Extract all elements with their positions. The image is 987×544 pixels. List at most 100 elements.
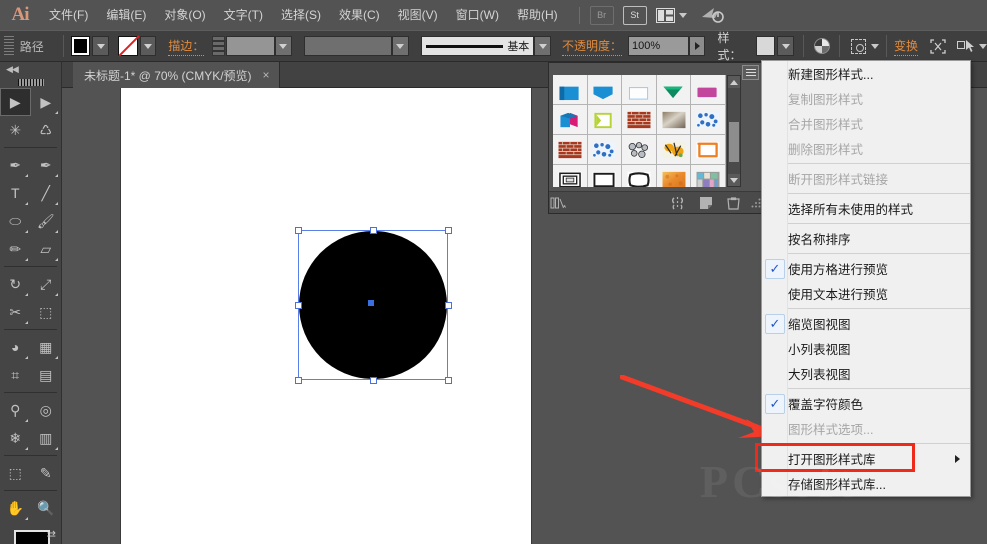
menu-select[interactable]: 选择(S)	[272, 0, 330, 30]
opacity-input[interactable]: 100%	[628, 36, 689, 56]
scroll-down-icon[interactable]	[728, 174, 740, 186]
graphic-style-swatch[interactable]	[553, 75, 588, 105]
styles-library-icon[interactable]	[549, 196, 572, 210]
free-transform-tool[interactable]: ⬚	[31, 298, 62, 326]
zoom-tool[interactable]: 🔍	[31, 494, 62, 522]
graphic-style-swatch[interactable]	[622, 75, 657, 105]
add-anchor-point-tool[interactable]: ✒	[31, 151, 62, 179]
scroll-thumb[interactable]	[729, 122, 739, 162]
context-menu-item[interactable]: 使用文本进行预览	[762, 281, 970, 306]
style-dropdown[interactable]	[777, 36, 794, 56]
handle-ml[interactable]	[295, 302, 302, 309]
perspective-grid-tool[interactable]: ▦	[31, 333, 62, 361]
handle-tr[interactable]	[445, 227, 452, 234]
graphic-style-swatch[interactable]	[622, 165, 657, 187]
symbol-sprayer-tool[interactable]: ❄	[0, 424, 31, 452]
stroke-profile-dropdown[interactable]	[391, 36, 409, 56]
brush-definition-dropdown[interactable]	[534, 36, 551, 56]
panel-menu-icon[interactable]	[742, 65, 759, 80]
new-style-icon[interactable]	[696, 196, 716, 210]
paintbrush-tool[interactable]: 🖌	[31, 207, 62, 235]
pencil-tool[interactable]: ✏	[0, 235, 31, 263]
close-icon[interactable]: ×	[263, 68, 270, 82]
graphic-style-swatch[interactable]	[656, 105, 692, 135]
graphic-style-swatch[interactable]	[587, 135, 623, 165]
line-segment-tool[interactable]: ╱	[31, 179, 62, 207]
ellipse-tool[interactable]: ⬭	[0, 207, 31, 235]
graphic-style-swatch[interactable]	[691, 105, 726, 135]
graphic-style-swatch[interactable]	[656, 135, 692, 165]
document-tab[interactable]: 未标题-1* @ 70% (CMYK/预览) ×	[73, 62, 280, 88]
graphic-style-swatch[interactable]	[656, 165, 692, 187]
handle-bc[interactable]	[370, 377, 377, 384]
menu-help[interactable]: 帮助(H)	[508, 0, 567, 30]
graphic-style-swatch[interactable]	[587, 165, 623, 187]
opacity-dropdown[interactable]	[688, 36, 706, 56]
stroke-weight-label[interactable]: 描边：	[168, 37, 205, 56]
scroll-up-icon[interactable]	[728, 76, 740, 88]
menu-effect[interactable]: 效果(C)	[330, 0, 389, 30]
stock-icon[interactable]: St	[622, 5, 647, 25]
pen-tool[interactable]: ✒	[0, 151, 31, 179]
select-similar-icon[interactable]	[954, 35, 976, 57]
sphere-icon[interactable]	[811, 35, 833, 57]
eraser-tool[interactable]: ▱	[31, 235, 62, 263]
menu-type[interactable]: 文字(T)	[215, 0, 272, 30]
slice-tool[interactable]: ✎	[31, 459, 62, 487]
graphic-style-swatch[interactable]	[553, 135, 588, 165]
graphic-styles-scrollbar[interactable]	[727, 75, 741, 187]
graphic-style-swatch[interactable]	[656, 75, 692, 105]
graphic-style-swatch[interactable]	[691, 135, 726, 165]
graphic-style-swatch[interactable]	[553, 165, 588, 187]
isolate-icon[interactable]	[927, 35, 949, 57]
stroke-color-dropdown[interactable]	[139, 36, 157, 56]
menu-window[interactable]: 窗口(W)	[447, 0, 508, 30]
fill-color-box[interactable]	[14, 530, 50, 544]
graphic-style-swatch[interactable]	[587, 105, 623, 135]
fill-color-swatch[interactable]	[70, 36, 91, 56]
column-graph-tool[interactable]: ▥	[31, 424, 62, 452]
width-tool[interactable]: ✂	[0, 298, 31, 326]
stroke-profile-input[interactable]	[303, 36, 392, 56]
context-menu-item[interactable]: 选择所有未使用的样式	[762, 196, 970, 221]
brush-definition-preview[interactable]: 基本	[420, 36, 535, 56]
selection-tool[interactable]: ▶	[0, 88, 31, 116]
handle-tc[interactable]	[370, 227, 377, 234]
stroke-color-swatch[interactable]	[118, 36, 138, 56]
graphic-styles-context-menu[interactable]: 新建图形样式... 复制图形样式 合并图形样式 删除图形样式 断开图形样式链接 选择所有未…	[761, 60, 971, 497]
context-menu-item[interactable]: ✓ 缩览图视图	[762, 311, 970, 336]
menu-file[interactable]: 文件(F)	[40, 0, 97, 30]
graphic-style-swatch[interactable]	[622, 135, 657, 165]
graphic-styles-grid-wrapper[interactable]	[553, 75, 726, 187]
menu-object[interactable]: 对象(O)	[155, 0, 214, 30]
type-tool[interactable]: T	[0, 179, 31, 207]
delete-style-icon[interactable]	[724, 196, 744, 210]
handle-br[interactable]	[445, 377, 452, 384]
artboard[interactable]	[121, 88, 531, 544]
shape-builder-tool[interactable]: ◕	[0, 333, 31, 361]
align-chevron-down-icon[interactable]	[870, 43, 879, 49]
mesh-tool[interactable]: ⌗	[0, 361, 31, 389]
collapse-panel-icon[interactable]: ◀◀	[0, 62, 61, 76]
eyedropper-tool[interactable]: ⚲	[0, 396, 31, 424]
opacity-label[interactable]: 不透明度：	[561, 37, 622, 56]
break-link-icon[interactable]	[668, 196, 688, 210]
handle-mr[interactable]	[445, 302, 452, 309]
tools-panel-grip[interactable]	[0, 76, 61, 88]
handle-bl[interactable]	[295, 377, 302, 384]
context-menu-item[interactable]: 新建图形样式...	[762, 61, 970, 86]
stroke-weight-stepper[interactable]	[212, 36, 226, 56]
style-swatch[interactable]	[755, 36, 776, 56]
arrange-documents-icon[interactable]	[655, 7, 687, 23]
magic-wand-tool[interactable]: ✳	[0, 116, 31, 144]
align-icon[interactable]	[847, 35, 869, 57]
control-bar-grip[interactable]	[4, 36, 14, 56]
transform-label[interactable]: 变换	[893, 37, 918, 56]
context-menu-item[interactable]: ✓ 使用方格进行预览	[762, 256, 970, 281]
context-menu-item[interactable]: 大列表视图	[762, 361, 970, 386]
artboard-tool[interactable]: ⬚	[0, 459, 31, 487]
gradient-tool[interactable]: ▤	[31, 361, 62, 389]
swap-fill-stroke-icon[interactable]: ⇄	[47, 528, 56, 541]
direct-selection-tool[interactable]: ▶	[31, 88, 61, 116]
menu-edit[interactable]: 编辑(E)	[97, 0, 155, 30]
